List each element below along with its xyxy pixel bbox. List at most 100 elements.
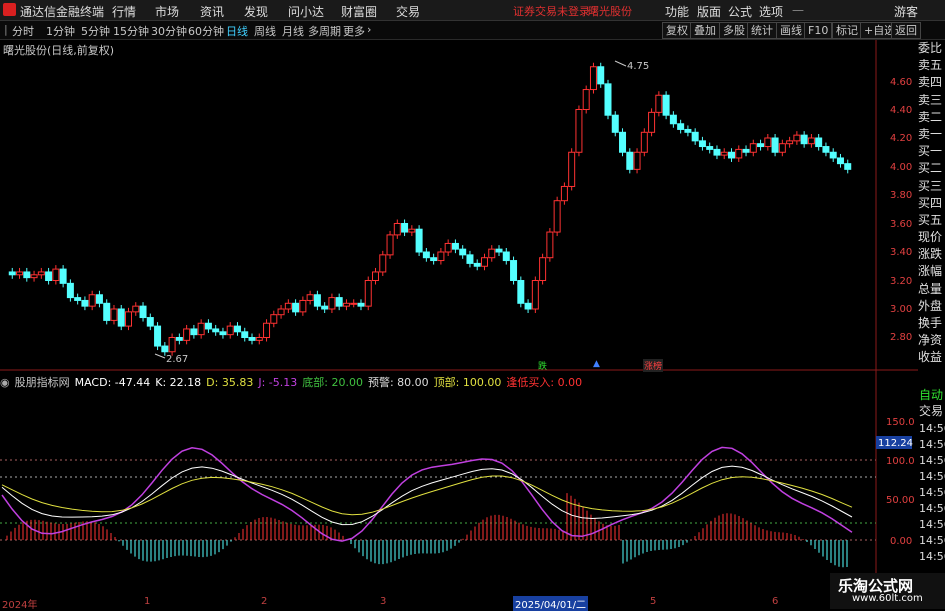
side-turnover[interactable]: 换手 (918, 315, 945, 332)
candlestick-series (8, 62, 852, 356)
macd-value: MACD: -47.44 (74, 376, 151, 389)
candle-body (401, 223, 409, 233)
side-sell1[interactable]: 卖一 (918, 126, 945, 143)
candle-body (451, 242, 459, 250)
quote-side-panel: 委比 卖五 卖四 卖三 卖二 卖一 买一 买二 买三 买四 买五 现价 涨跌 涨… (918, 40, 945, 367)
menu-faxian[interactable]: 发现 (244, 3, 268, 20)
indicator-tick: 150.0 (886, 417, 915, 428)
user-guest[interactable]: 游客 (894, 3, 918, 20)
menu-jiaoyi[interactable]: 交易 (396, 3, 420, 20)
candle-body (553, 200, 561, 233)
side-change[interactable]: 涨跌 (918, 246, 945, 263)
side-sell5[interactable]: 卖五 (918, 57, 945, 74)
candle-body (539, 257, 547, 281)
candle-body (154, 325, 162, 347)
side-buy4[interactable]: 买四 (918, 195, 945, 212)
side-price[interactable]: 现价 (918, 229, 945, 246)
candle-body (713, 148, 721, 156)
menu-banmian[interactable]: 版面 (697, 3, 721, 20)
time-cell: 14:56 (919, 550, 945, 563)
candle-body (727, 151, 735, 159)
side-buy2[interactable]: 买二 (918, 160, 945, 177)
tool-biaoji[interactable]: 标记 (832, 22, 862, 39)
period-multi[interactable]: 多周期 (308, 23, 341, 39)
time-cell: 14:56 (919, 502, 945, 515)
menu-hangqing[interactable]: 行情 (112, 3, 136, 20)
chevron-right-icon[interactable]: › (367, 23, 371, 36)
period-60min[interactable]: 60分钟 (188, 23, 224, 39)
period-fenshi[interactable]: 分时 (12, 23, 34, 39)
menu-gongshi[interactable]: 公式 (728, 3, 752, 20)
menu-caifuquan[interactable]: 财富圈 (341, 3, 377, 20)
side-volume[interactable]: 总量 (918, 281, 945, 298)
candle-body (698, 140, 706, 148)
side-buy1[interactable]: 买一 (918, 143, 945, 160)
tool-duogu[interactable]: 多股 (719, 22, 749, 39)
candle-body (771, 137, 779, 153)
tool-huaxian[interactable]: 画线 (776, 22, 806, 39)
tool-back[interactable]: 返回 (891, 22, 921, 39)
candle-body (640, 131, 648, 153)
period-30min[interactable]: 30分钟 (151, 23, 187, 39)
tab-auto[interactable]: 自动 (919, 386, 943, 403)
side-sell2[interactable]: 卖二 (918, 109, 945, 126)
side-outer[interactable]: 外盘 (918, 298, 945, 315)
candle-body (677, 123, 685, 130)
candle-body (219, 331, 227, 336)
kline-chart[interactable]: 4.60 4.40 4.20 4.00 3.80 3.60 3.40 3.20 … (0, 40, 918, 596)
menu-wenxiaoda[interactable]: 问小达 (288, 3, 324, 20)
top-value: 顶部: 100.00 (433, 376, 502, 389)
tool-f10[interactable]: F10 (804, 22, 833, 39)
tab-trade[interactable]: 交易 (919, 402, 943, 419)
period-more[interactable]: 更多 (343, 23, 365, 39)
candle-body (183, 328, 191, 341)
candle-body (66, 282, 74, 299)
current-value: 112.24 (878, 438, 913, 449)
warn-value: 预警: 80.00 (367, 376, 429, 389)
tool-fuquan[interactable]: 复权 (662, 22, 692, 39)
side-buy3[interactable]: 买三 (918, 178, 945, 195)
candle-body (706, 146, 714, 150)
candle-body (233, 325, 241, 333)
tool-diejia[interactable]: 叠加 (690, 22, 720, 39)
candle-body (23, 271, 31, 279)
period-monthly[interactable]: 月线 (282, 23, 304, 39)
side-sell4[interactable]: 卖四 (918, 74, 945, 91)
tool-tongji[interactable]: 统计 (747, 22, 777, 39)
menu-shichang[interactable]: 市场 (155, 3, 179, 20)
side-earnings[interactable]: 收益 (918, 349, 945, 366)
side-weibi[interactable]: 委比 (918, 40, 945, 57)
window-minimize-icon[interactable]: — (792, 3, 804, 17)
indicator-collapse-icon[interactable]: ◉ (0, 376, 10, 389)
menu-xuanxiang[interactable]: 选项 (759, 3, 783, 20)
period-daily[interactable]: 日线 (226, 23, 248, 39)
price-tick: 4.20 (890, 133, 912, 144)
period-15min[interactable]: 15分钟 (113, 23, 149, 39)
candle-body (81, 299, 89, 307)
candle-body (74, 297, 82, 301)
period-weekly[interactable]: 周线 (254, 23, 276, 39)
candle-body (139, 305, 147, 319)
candle-body (103, 302, 111, 321)
candle-body (836, 157, 844, 165)
candle-body (437, 251, 445, 262)
candle-body (430, 257, 438, 262)
side-buy5[interactable]: 买五 (918, 212, 945, 229)
menu-gongneng[interactable]: 功能 (665, 3, 689, 20)
side-net-assets[interactable]: 净资 (918, 332, 945, 349)
period-1min[interactable]: 1分钟 (46, 23, 75, 39)
indicator-name[interactable]: 股朋指标网 (15, 376, 70, 389)
candle-body (524, 302, 532, 310)
candle-body (502, 251, 510, 262)
login-warning[interactable]: 证券交易未登录 (513, 3, 590, 19)
candle-body (8, 271, 16, 276)
k-value: K: 22.18 (155, 376, 202, 389)
period-5min[interactable]: 5分钟 (81, 23, 110, 39)
side-change-pct[interactable]: 涨幅 (918, 263, 945, 280)
candle-body (45, 271, 53, 281)
d-value: D: 35.83 (206, 376, 254, 389)
side-sell3[interactable]: 卖三 (918, 92, 945, 109)
menu-zixun[interactable]: 资讯 (200, 3, 224, 20)
period-toggle-icon[interactable]: | (4, 23, 8, 36)
candle-body (190, 328, 198, 336)
